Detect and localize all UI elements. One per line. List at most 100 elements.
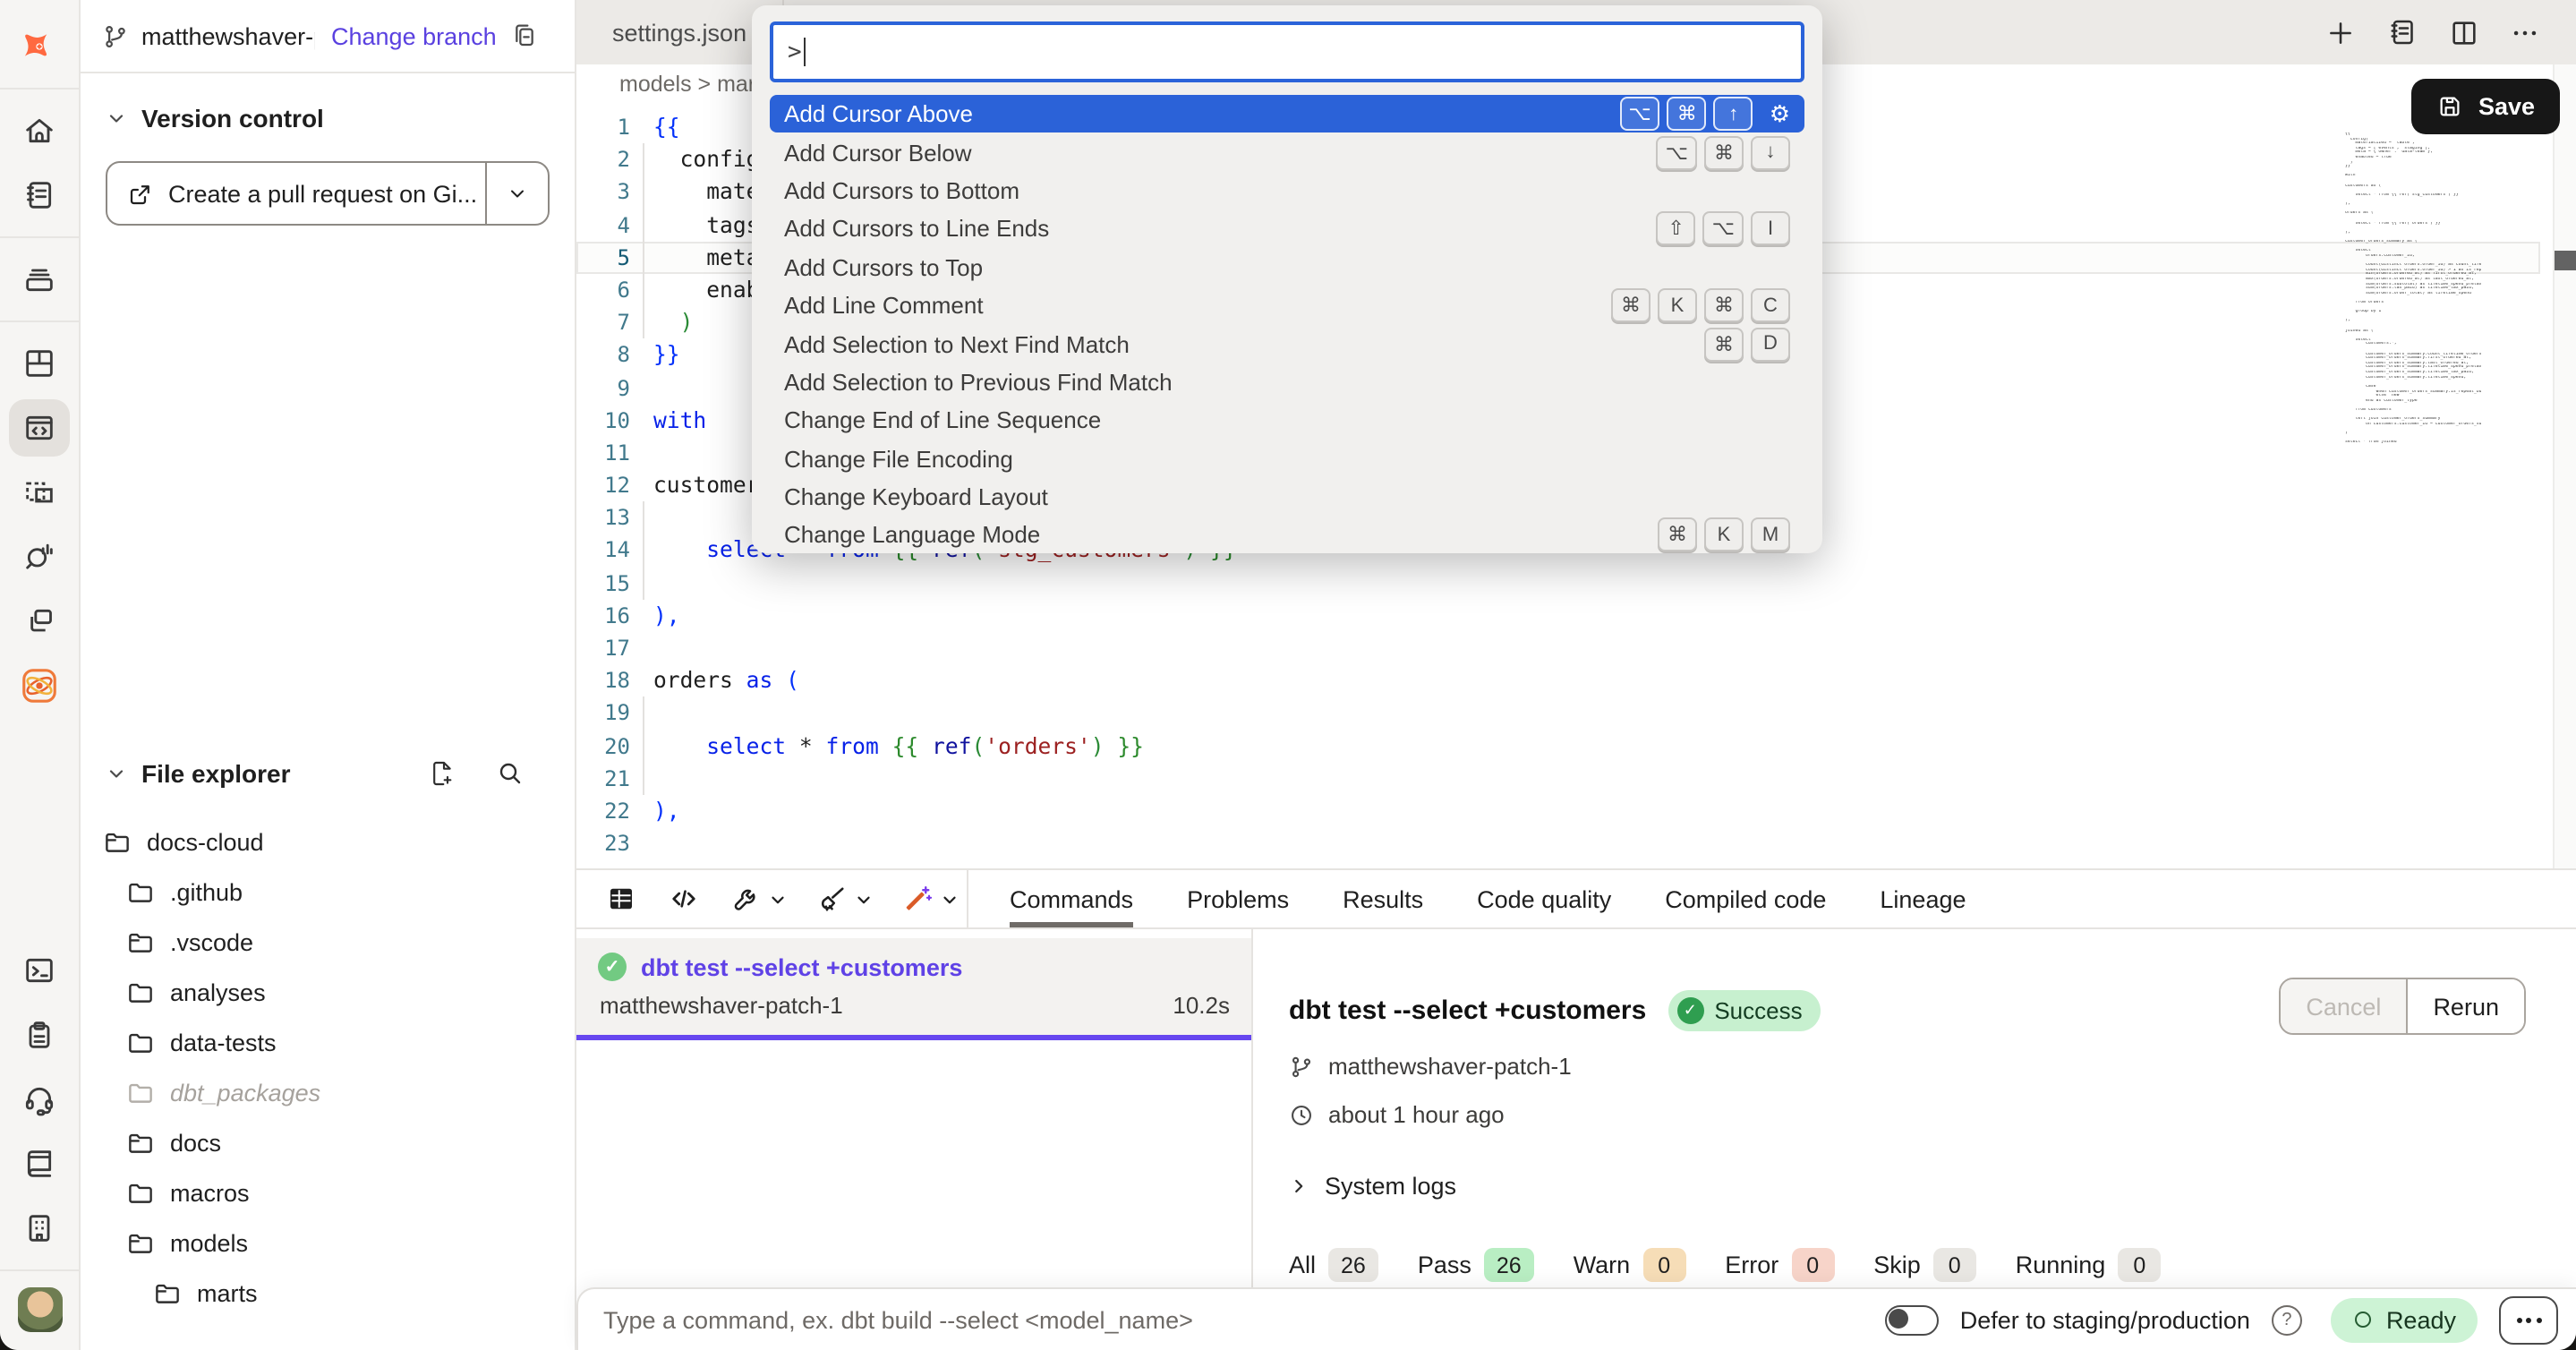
save-button[interactable]: Save	[2412, 79, 2560, 134]
folder-icon	[125, 1177, 156, 1208]
palette-item-change-file-encoding[interactable]: Change File Encoding	[770, 440, 1804, 478]
palette-item-add-cursors-to-line-ends[interactable]: Add Cursors to Line Ends ⇧⌥I	[770, 209, 1804, 248]
palette-item-change-language-mode[interactable]: Change Language Mode ⌘KM	[770, 517, 1804, 553]
defer-toggle[interactable]	[1885, 1304, 1939, 1335]
tab-compiled-code[interactable]: Compiled code	[1665, 870, 1826, 927]
palette-item-add-cursors-to-top[interactable]: Add Cursors to Top	[770, 248, 1804, 286]
notebook-panel-icon[interactable]	[2386, 16, 2418, 48]
catalog-icon[interactable]	[9, 593, 70, 650]
status-badge: ✓Success	[1668, 990, 1820, 1031]
minimap[interactable]: {{ config( materialized = "table", tags …	[2345, 132, 2481, 446]
copy-branch-icon[interactable]	[511, 21, 540, 50]
change-branch-link[interactable]: Change branch	[331, 22, 497, 49]
command-palette-list: Add Cursor Above ⌥⌘↑ ⚙ Add Cursor Below …	[770, 95, 1804, 553]
docs-book-icon[interactable]	[9, 1135, 70, 1192]
compile-code-icon[interactable]	[668, 883, 700, 915]
new-tab-icon[interactable]	[2325, 17, 2356, 47]
chip-skip[interactable]: Skip0	[1873, 1248, 1976, 1282]
tab-results[interactable]: Results	[1343, 870, 1423, 927]
text-caret	[804, 38, 806, 66]
tab-lineage[interactable]: Lineage	[1880, 870, 1966, 927]
editor-scrollbar[interactable]	[2553, 64, 2576, 868]
palette-item-add-cursor-above[interactable]: Add Cursor Above ⌥⌘↑ ⚙	[770, 95, 1804, 133]
clipboard-icon[interactable]	[9, 1006, 70, 1064]
tree-item-github[interactable]: .github	[81, 867, 575, 917]
tree-item-docs[interactable]: docs	[81, 1117, 575, 1167]
home-icon[interactable]	[9, 102, 70, 159]
version-control-header[interactable]: Version control	[81, 98, 575, 138]
tree-item-marts[interactable]: marts	[81, 1268, 575, 1318]
file-explorer-header[interactable]: File explorer	[81, 752, 575, 795]
external-link-icon	[127, 180, 154, 207]
gear-icon[interactable]: ⚙	[1770, 99, 1790, 128]
user-avatar[interactable]	[17, 1287, 62, 1332]
split-editor-icon[interactable]	[2449, 17, 2479, 47]
tree-item-models[interactable]: models	[81, 1218, 575, 1268]
divider	[0, 236, 80, 238]
run-time: about 1 hour ago	[1328, 1101, 1505, 1128]
git-branch-icon	[1289, 1054, 1314, 1079]
notebook-icon[interactable]	[9, 167, 70, 224]
palette-item-change-eol[interactable]: Change End of Line Sequence	[770, 401, 1804, 440]
jobs-icon[interactable]	[9, 251, 70, 308]
dashboards-icon[interactable]	[9, 335, 70, 392]
chip-error[interactable]: Error0	[1725, 1248, 1834, 1282]
rerun-button[interactable]: Rerun	[2408, 979, 2524, 1033]
help-icon[interactable]: ?	[2272, 1304, 2302, 1335]
dbt-cloud-ide: matthewshaver-patch-1 Change branch Vers…	[0, 0, 2576, 1350]
bottom-panel: Commands Problems Results Code quality C…	[576, 868, 2576, 1294]
tree-item-docs-cloud[interactable]: docs-cloud	[81, 816, 575, 867]
chip-warn[interactable]: Warn0	[1574, 1248, 1686, 1282]
support-headset-icon[interactable]	[9, 1071, 70, 1128]
tab-commands[interactable]: Commands	[1010, 870, 1133, 927]
create-pr-button[interactable]: Create a pull request on Gi...	[106, 161, 550, 226]
tree-item-vscode[interactable]: .vscode	[81, 917, 575, 967]
canvas-icon[interactable]	[9, 464, 70, 521]
palette-item-add-selection-next[interactable]: Add Selection to Next Find Match ⌘D	[770, 325, 1804, 363]
command-history-list: ✓ dbt test --select +customers matthewsh…	[576, 929, 1253, 1294]
build-wrench-icon[interactable]	[730, 883, 788, 915]
command-history-item[interactable]: ✓ dbt test --select +customers matthewsh…	[576, 938, 1251, 1040]
palette-item-add-selection-previous[interactable]: Add Selection to Previous Find Match	[770, 363, 1804, 401]
folder-open-icon	[125, 927, 156, 957]
main-area: settings.json models > marts Save 1{{2 c…	[576, 0, 2576, 1350]
command-input[interactable]: Type a command, ex. dbt build --select <…	[603, 1306, 1885, 1333]
tree-item-macros[interactable]: macros	[81, 1167, 575, 1218]
system-logs-toggle[interactable]: System logs	[1289, 1173, 2526, 1200]
organization-icon[interactable]	[9, 1200, 70, 1257]
terminal-icon[interactable]	[9, 942, 70, 999]
search-icon[interactable]	[496, 759, 525, 788]
tab-code-quality[interactable]: Code quality	[1477, 870, 1611, 927]
panel-tabs: Commands Problems Results Code quality C…	[1010, 870, 1966, 927]
run-duration: 10.2s	[1173, 992, 1230, 1019]
tree-item-analyses[interactable]: analyses	[81, 967, 575, 1017]
chip-all[interactable]: All26	[1289, 1248, 1378, 1282]
ready-status-badge[interactable]: Ready	[2331, 1297, 2478, 1342]
palette-item-add-cursors-to-bottom[interactable]: Add Cursors to Bottom	[770, 172, 1804, 210]
more-options-icon[interactable]	[2510, 17, 2540, 47]
palette-item-change-keyboard-layout[interactable]: Change Keyboard Layout	[770, 478, 1804, 517]
scrollbar-thumb[interactable]	[2555, 251, 2576, 270]
command-bar: Type a command, ex. dbt build --select <…	[576, 1287, 2576, 1350]
tab-problems[interactable]: Problems	[1187, 870, 1289, 927]
copilot-icon[interactable]	[9, 657, 70, 714]
insights-icon[interactable]	[9, 528, 70, 585]
clock-icon	[1289, 1102, 1314, 1127]
more-menu-button[interactable]	[2499, 1295, 2558, 1344]
tree-item-dbt-packages[interactable]: dbt_packages	[81, 1067, 575, 1117]
icon-rail	[0, 0, 81, 1350]
chip-running[interactable]: Running0	[2016, 1248, 2162, 1282]
cancel-button[interactable]: Cancel	[2281, 979, 2408, 1033]
format-broom-icon[interactable]	[816, 883, 874, 915]
tree-item-data-tests[interactable]: data-tests	[81, 1017, 575, 1067]
copilot-wand-icon[interactable]	[902, 883, 960, 915]
chip-pass[interactable]: Pass26	[1418, 1248, 1534, 1282]
pr-dropdown-caret[interactable]	[485, 163, 548, 224]
command-palette-input[interactable]: >	[770, 21, 1804, 82]
preview-table-icon[interactable]	[605, 883, 637, 915]
studio-editor-icon[interactable]	[9, 399, 70, 457]
new-file-icon[interactable]	[428, 759, 456, 788]
floppy-disk-icon	[2437, 93, 2464, 120]
palette-item-add-line-comment[interactable]: Add Line Comment ⌘K⌘C	[770, 286, 1804, 325]
palette-item-add-cursor-below[interactable]: Add Cursor Below ⌥⌘↓	[770, 133, 1804, 172]
